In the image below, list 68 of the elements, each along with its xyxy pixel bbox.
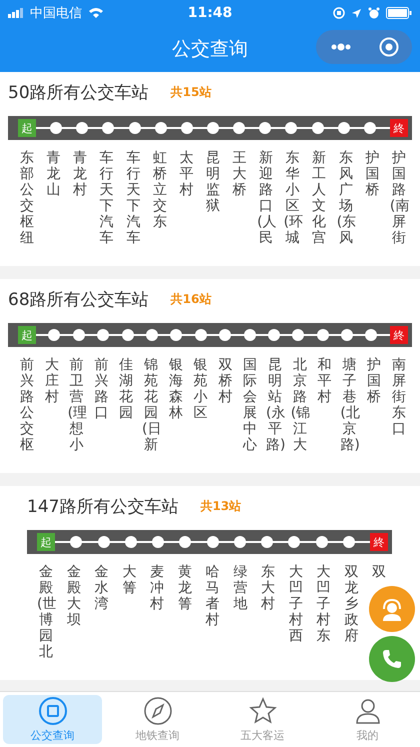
station-name[interactable]: 和平村 — [316, 357, 334, 405]
route-title: 147路所有公交车站 — [27, 496, 178, 518]
station-name[interactable]: 护国桥 — [365, 357, 384, 405]
route-title: 68路所有公交车站 — [8, 289, 149, 311]
star-icon — [248, 696, 278, 726]
station-name[interactable]: 护国路(南屏街 — [390, 150, 408, 246]
status-time: 11:48 — [188, 5, 232, 21]
phone-icon — [380, 647, 404, 671]
station-name[interactable]: 王大桥 — [230, 150, 248, 198]
station-name[interactable]: 新工人文化宫 — [310, 150, 328, 246]
station-name[interactable]: 青龙山 — [44, 150, 63, 198]
start-tag: 起 — [37, 533, 55, 551]
signal-icon — [8, 8, 24, 18]
battery-icon — [386, 7, 412, 19]
station-name[interactable]: 金殿(世博园北 — [37, 564, 55, 660]
station-name[interactable]: 大箐 — [120, 564, 138, 596]
station-name[interactable]: 哈马者村 — [204, 564, 222, 628]
station-name[interactable]: 金水湾 — [92, 564, 110, 612]
station-name[interactable]: 麦冲村 — [148, 564, 166, 612]
station-name[interactable]: 昆明站(永平路) — [266, 357, 284, 453]
station-name[interactable]: 双龙乡政府 — [342, 564, 360, 644]
station-name[interactable]: 银苑小区 — [192, 357, 210, 421]
station-name[interactable]: 塘子巷(北京路) — [340, 357, 358, 453]
station-count: 共13站 — [200, 498, 242, 515]
start-tag: 起 — [18, 326, 36, 344]
station-name[interactable]: 车行天下汽车 — [124, 150, 142, 246]
station-name[interactable]: 大凹子村东 — [314, 564, 332, 644]
station-name[interactable]: 双桥村 — [216, 357, 234, 405]
station-name[interactable]: 前卫营(理想小 — [68, 357, 86, 453]
station-name[interactable]: 前兴路公交枢 — [18, 357, 36, 453]
station-name[interactable]: 绿营地 — [231, 564, 250, 612]
route-title: 50路所有公交车站 — [8, 82, 149, 104]
station-name[interactable]: 虹桥立交东 — [150, 150, 169, 230]
station-name[interactable]: 锦苑花园(日新 — [142, 357, 160, 453]
station-name[interactable]: 双 — [370, 564, 388, 580]
end-tag: 終 — [370, 533, 388, 551]
station-name[interactable]: 佳湖花园 — [117, 357, 136, 421]
station-name[interactable]: 昆明监狱 — [204, 150, 222, 214]
start-tag: 起 — [18, 119, 36, 137]
more-icon[interactable] — [330, 43, 352, 51]
station-name[interactable]: 太平村 — [177, 150, 196, 198]
station-name[interactable]: 南屏街东口 — [390, 357, 408, 437]
station-name[interactable]: 北京路(锦江大 — [290, 357, 309, 453]
station-name[interactable]: 护国桥 — [363, 150, 382, 198]
station-name[interactable]: 黄龙箐 — [176, 564, 194, 612]
station-count: 共15站 — [170, 84, 212, 101]
carrier-name: 中国电信 — [30, 5, 82, 22]
page-title: 公交查询 — [172, 37, 248, 62]
compass-icon — [142, 696, 172, 726]
station-name[interactable]: 东华小区(环城 — [284, 150, 302, 246]
station-name[interactable]: 国际会展中心 — [241, 357, 260, 453]
end-tag: 終 — [390, 119, 408, 137]
station-name[interactable]: 青龙村 — [71, 150, 90, 198]
station-name[interactable]: 新迎路口(人民 — [257, 150, 276, 246]
station-name[interactable]: 前兴路口 — [92, 357, 110, 421]
station-name[interactable]: 金殿大坝 — [64, 564, 83, 628]
station-name[interactable]: 车行天下汽车 — [98, 150, 116, 246]
station-name[interactable]: 大庄村 — [42, 357, 61, 405]
station-name[interactable]: 东大村 — [259, 564, 277, 612]
station-name[interactable]: 大凹子村西 — [286, 564, 305, 644]
station-name[interactable]: 东风广场(东风 — [336, 150, 355, 246]
station-name[interactable]: 银海森林 — [166, 357, 185, 421]
location-icon — [351, 8, 362, 18]
station-name[interactable]: 东部公交枢纽 — [18, 150, 36, 246]
end-tag: 終 — [390, 326, 408, 344]
alarm-icon — [368, 7, 380, 19]
station-count: 共16站 — [170, 291, 212, 308]
wifi-icon — [88, 7, 104, 19]
